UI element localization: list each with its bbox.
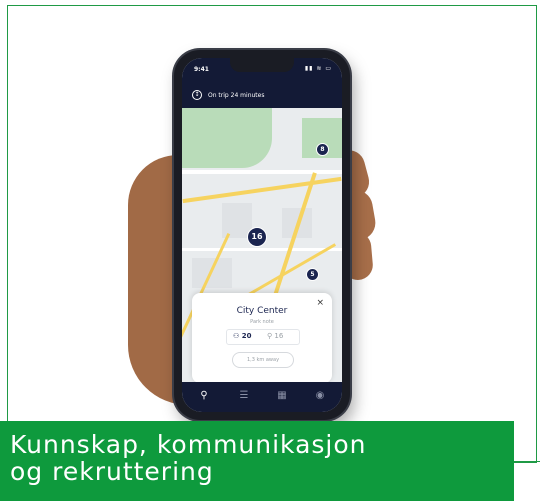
bottom-tab-bar: ⚲ ☰ ▦ ◉ (182, 382, 342, 412)
trip-header: ↕ On trip 24 minutes (182, 84, 342, 108)
map-road (182, 170, 342, 174)
banner-line-2: og rekruttering (10, 457, 214, 486)
map-road-major (247, 243, 337, 296)
map-marker[interactable]: 8 (316, 143, 329, 156)
station-subtitle: Park note (250, 319, 274, 325)
status-time: 9:41 (194, 66, 209, 73)
title-banner: Kunnskap, kommunikasjon og rekruttering (0, 421, 514, 501)
map-marker[interactable]: 16 (247, 227, 267, 247)
secondary-count-value: 16 (274, 332, 284, 340)
map-road-major (182, 176, 342, 204)
map-road (182, 248, 342, 251)
distance-button[interactable]: 1,3 km away (232, 352, 294, 368)
station-name: City Center (236, 306, 288, 316)
tab-list-icon[interactable]: ☰ (234, 390, 254, 401)
availability-counts: ⚇ 20 ⚲ 16 (226, 329, 300, 345)
phone-screen: 9:41 ▮▮ ≋ ▭ ↕ On trip 24 minutes 8 16 5 … (182, 58, 342, 412)
station-card[interactable]: × City Center Park note ⚇ 20 ⚲ 16 1,3 km… (192, 293, 332, 383)
signal-wifi-battery-icon: ▮▮ ≋ ▭ (304, 65, 332, 72)
trip-status-icon[interactable]: ↕ (192, 90, 202, 100)
map-marker[interactable]: 5 (306, 268, 319, 281)
tab-map-pin-icon[interactable]: ⚲ (194, 390, 214, 401)
banner-line-1: Kunnskap, kommunikasjon (10, 430, 367, 459)
tab-calendar-icon[interactable]: ▦ (272, 390, 292, 401)
tab-profile-icon[interactable]: ◉ (310, 390, 330, 401)
available-count-value: 20 (241, 332, 252, 340)
divider-line (514, 461, 540, 462)
smartphone: 9:41 ▮▮ ≋ ▭ ↕ On trip 24 minutes 8 16 5 … (174, 50, 350, 420)
trip-status-text: On trip 24 minutes (208, 92, 265, 99)
available-bikes-count: ⚇ 20 (233, 332, 252, 340)
map-park (182, 108, 272, 168)
secondary-count: ⚲ 16 (267, 332, 284, 340)
phone-notch (230, 58, 294, 72)
